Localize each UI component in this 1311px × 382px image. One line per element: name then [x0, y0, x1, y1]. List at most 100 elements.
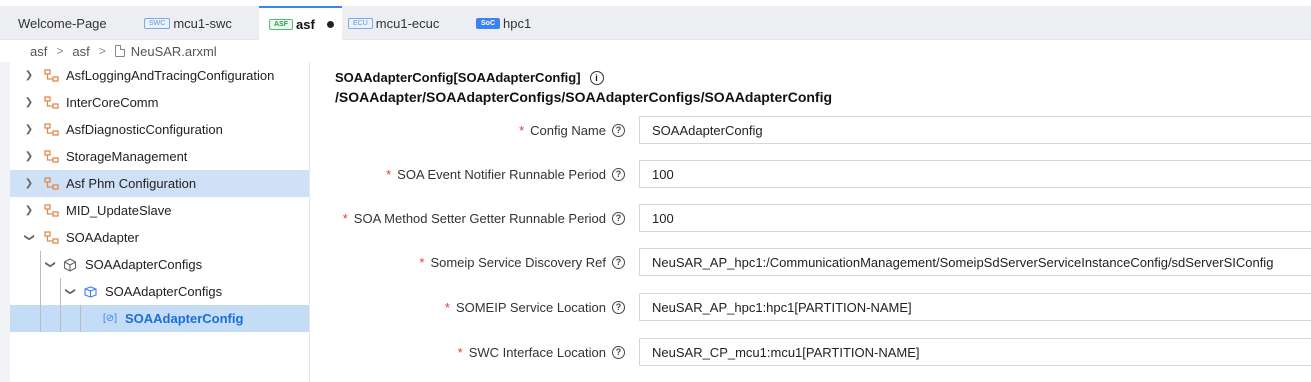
swc-interface-location-input[interactable]: [639, 338, 1311, 366]
config-tree: ❯ AsfLoggingAndTracingConfiguration ❯ In…: [0, 62, 310, 382]
help-icon[interactable]: ?: [612, 345, 625, 359]
someip-sd-ref-input[interactable]: [639, 248, 1311, 276]
chevron-down-icon[interactable]: ❯: [45, 258, 56, 272]
help-icon[interactable]: ?: [612, 300, 625, 314]
field-label: * Someip Service Discovery Ref ?: [419, 248, 625, 276]
field-label-text: SOA Method Setter Getter Runnable Period: [353, 210, 606, 226]
tab-hpc1[interactable]: SoC hpc1: [476, 6, 531, 40]
container-icon: [81, 285, 99, 298]
page-title-text: SOAAdapterConfig[SOAAdapterConfig]: [335, 70, 581, 85]
chevron-right-icon[interactable]: ❯: [22, 97, 36, 108]
field-label: * SOA Event Notifier Runnable Period ?: [386, 160, 625, 188]
tree-gutter: [0, 62, 10, 382]
asf-badge-icon: ASF: [269, 18, 293, 30]
tree-item-label: SOAAdapter: [66, 230, 139, 245]
form-row-swc-interface-location: * SWC Interface Location ?: [320, 338, 1311, 366]
unsaved-changes-icon[interactable]: [326, 20, 334, 28]
file-icon: [114, 45, 125, 57]
tab-label: mcu1-ecuc: [375, 15, 440, 31]
tree-guide-line: [80, 305, 81, 332]
field-label: * SWC Interface Location ?: [458, 338, 625, 366]
tree-guide-line: [60, 278, 61, 305]
tree-item-soa-adapter-config[interactable]: [⊘] SOAAdapterConfig: [10, 305, 309, 332]
breadcrumb-item[interactable]: asf: [72, 44, 89, 59]
info-icon[interactable]: i: [589, 70, 604, 85]
tree-item-asf-logging-and-tracing[interactable]: ❯ AsfLoggingAndTracingConfiguration: [10, 62, 309, 89]
chevron-right-icon[interactable]: ❯: [22, 178, 36, 189]
form-row-someip-service-location: * SOMEIP Service Location ?: [320, 293, 1311, 321]
tree-item-label: Asf Phm Configuration: [66, 176, 197, 191]
chevron-right-icon: >: [56, 44, 64, 58]
field-label-text: SOMEIP Service Location: [455, 299, 606, 315]
tree-guide-line: [40, 278, 41, 305]
field-label-text: Config Name: [530, 122, 606, 138]
chevron-right-icon[interactable]: ❯: [22, 70, 36, 81]
method-setter-getter-period-input[interactable]: [639, 204, 1311, 232]
tree-item-mid-update-slave[interactable]: ❯ MID_UpdateSlave: [10, 197, 309, 224]
required-asterisk-icon: *: [457, 344, 463, 360]
required-asterisk-icon: *: [386, 166, 392, 182]
field-label-text: SOA Event Notifier Runnable Period: [397, 166, 606, 182]
tree-guide-line: [60, 305, 61, 332]
tree-item-label: StorageManagement: [66, 149, 188, 164]
chevron-right-icon: >: [98, 44, 106, 58]
config-name-input[interactable]: [639, 116, 1311, 144]
field-label: * Config Name ?: [519, 116, 625, 144]
tree-item-label: SOAAdapterConfig: [125, 311, 244, 326]
form-row-event-notifier-period: * SOA Event Notifier Runnable Period ?: [320, 160, 1311, 188]
tree-guide-line: [40, 305, 41, 332]
node-icon: [42, 177, 60, 190]
tree-item-soa-adapter-configs[interactable]: ❯ SOAAdapterConfigs: [10, 251, 309, 278]
someip-service-location-input[interactable]: [639, 293, 1311, 321]
chevron-down-icon[interactable]: ❯: [24, 231, 35, 245]
cube-icon: [61, 257, 79, 272]
tree-item-label: SOAAdapterConfigs: [105, 284, 223, 299]
breadcrumb: asf > asf > NeuSAR.arxml: [0, 40, 1311, 62]
tab-label: Welcome-Page: [18, 15, 107, 31]
chevron-right-icon[interactable]: ❯: [22, 151, 36, 162]
tree-item-label: MID_UpdateSlave: [66, 203, 172, 218]
field-label-text: Someip Service Discovery Ref: [430, 254, 606, 270]
chevron-right-icon[interactable]: ❯: [22, 124, 36, 135]
tab-mcu1-ecuc[interactable]: ECU mcu1-ecuc: [348, 6, 439, 40]
tree-item-label: SOAAdapterConfigs: [85, 257, 203, 272]
tree-item-asf-phm-configuration[interactable]: ❯ Asf Phm Configuration: [10, 170, 309, 197]
breadcrumb-file[interactable]: NeuSAR.arxml: [131, 44, 217, 59]
node-icon: [42, 96, 60, 109]
swc-badge-icon: SWC: [144, 17, 171, 29]
tab-label: hpc1: [503, 15, 532, 31]
form-row-someip-sd-ref: * Someip Service Discovery Ref ?: [320, 248, 1311, 276]
tab-welcome-page[interactable]: Welcome-Page: [18, 6, 107, 40]
element-path: /SOAAdapter/SOAAdapterConfigs/SOAAdapter…: [335, 89, 833, 105]
help-icon[interactable]: ?: [612, 255, 625, 269]
editor-tab-bar: Welcome-Page SWC mcu1-swc ASF asf ECU mc…: [0, 6, 1311, 40]
form-row-method-setter-getter-period: * SOA Method Setter Getter Runnable Peri…: [320, 204, 1311, 232]
tab-mcu1-swc[interactable]: SWC mcu1-swc: [144, 6, 232, 40]
help-icon[interactable]: ?: [612, 123, 625, 137]
tree-guide-line: [40, 251, 41, 278]
help-icon[interactable]: ?: [612, 167, 625, 181]
required-asterisk-icon: *: [444, 299, 450, 315]
tree-item-soa-adapter-configs-container[interactable]: ❯ SOAAdapterConfigs: [10, 278, 309, 305]
node-icon: [42, 150, 60, 163]
form-row-config-name: * Config Name ?: [320, 116, 1311, 144]
tab-label: asf: [296, 16, 315, 32]
required-asterisk-icon: *: [419, 254, 425, 270]
breadcrumb-item[interactable]: asf: [30, 44, 47, 59]
node-icon: [42, 69, 60, 82]
tree-item-storage-management[interactable]: ❯ StorageManagement: [10, 143, 309, 170]
tree-item-asf-diagnostic-configuration[interactable]: ❯ AsfDiagnosticConfiguration: [10, 116, 309, 143]
node-icon: [42, 204, 60, 217]
tree-item-label: AsfDiagnosticConfiguration: [66, 122, 223, 137]
tab-label: mcu1-swc: [173, 15, 232, 31]
chevron-right-icon[interactable]: ❯: [22, 205, 36, 216]
tab-asf[interactable]: ASF asf: [259, 6, 342, 40]
event-notifier-period-input[interactable]: [639, 160, 1311, 188]
tree-item-inter-core-comm[interactable]: ❯ InterCoreComm: [10, 89, 309, 116]
ecu-badge-icon: ECU: [348, 17, 373, 29]
required-asterisk-icon: *: [342, 210, 348, 226]
chevron-down-icon[interactable]: ❯: [65, 285, 76, 299]
help-icon[interactable]: ?: [612, 211, 625, 225]
tree-item-soa-adapter[interactable]: ❯ SOAAdapter: [10, 224, 309, 251]
required-asterisk-icon: *: [519, 122, 525, 138]
